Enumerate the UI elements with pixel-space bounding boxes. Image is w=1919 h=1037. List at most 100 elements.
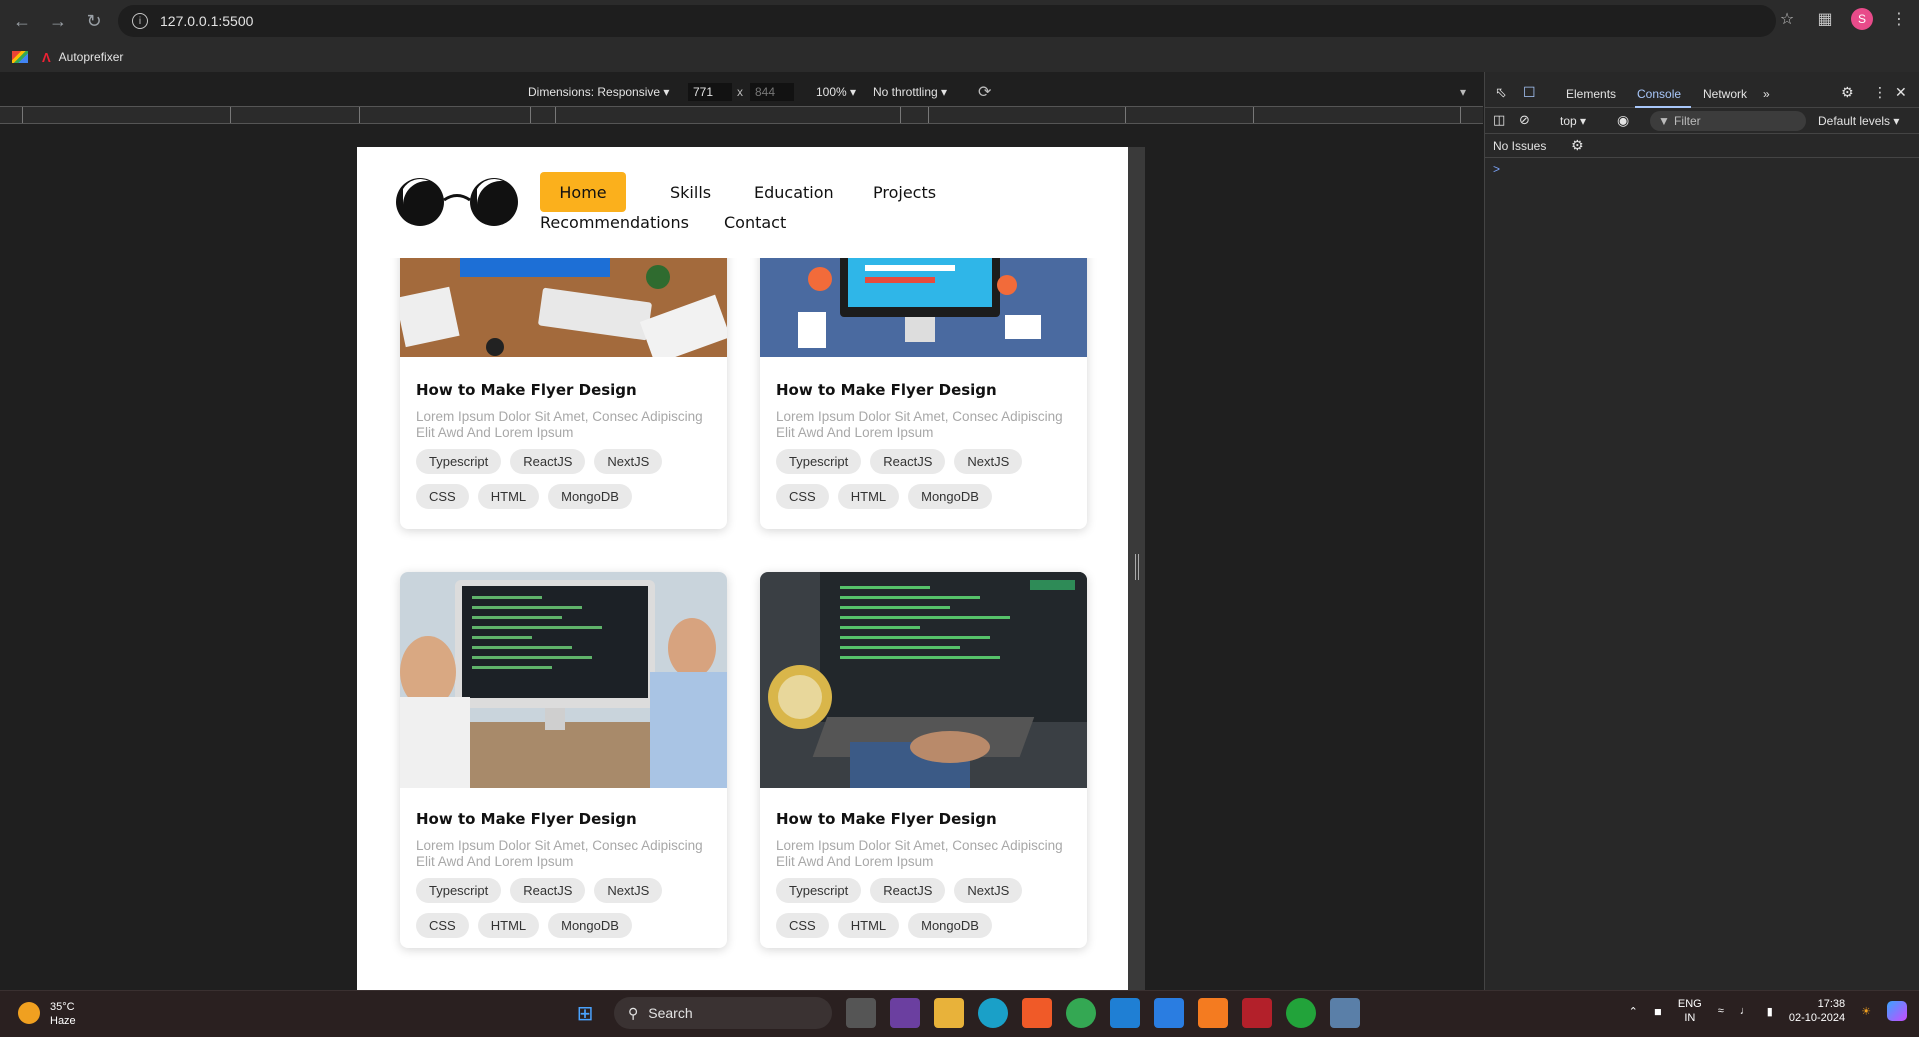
xampp-icon[interactable] — [1198, 998, 1228, 1028]
bookmark-label: Autoprefixer — [58, 50, 124, 64]
edge-icon[interactable] — [978, 998, 1008, 1028]
windows-taskbar: 35°C Haze ⊞ ⚲ Search ⌃ ◾ ENG IN ≈ ♩ ▮ 17:… — [0, 990, 1919, 1037]
live-expression-eye-icon[interactable]: ◉ — [1617, 112, 1629, 129]
extensions-icon[interactable]: ▦ — [1813, 7, 1837, 31]
nav-home[interactable]: Home — [540, 172, 626, 212]
tag: MongoDB — [908, 913, 992, 938]
app-icon-red[interactable] — [1242, 998, 1272, 1028]
tab-elements[interactable]: Elements — [1566, 87, 1616, 101]
windows-start-icon[interactable]: ⊞ — [570, 998, 600, 1028]
tag: Typescript — [416, 878, 502, 903]
address-bar[interactable]: i 127.0.0.1:5500 — [118, 5, 1776, 37]
date: 02-10-2024 — [1788, 1012, 1846, 1024]
tag: Typescript — [776, 449, 862, 474]
store-icon[interactable] — [1154, 998, 1184, 1028]
inspect-element-icon[interactable]: ⬁ — [1495, 84, 1507, 101]
tag-list: Typescript ReactJS NextJS CSS HTML Mongo… — [416, 878, 716, 938]
browser-toolbar: ← → ↻ i 127.0.0.1:5500 ☆ ▦ S ⋮ — [0, 0, 1919, 42]
notification-bell-icon[interactable]: ☀ — [1861, 1005, 1871, 1018]
back-icon[interactable]: ← — [8, 7, 36, 35]
clock[interactable]: 17:38 02-10-2024 — [1789, 997, 1845, 1025]
nav-education[interactable]: Education — [754, 183, 834, 202]
console-filter-input[interactable]: ▼ Filter — [1650, 111, 1806, 131]
nav-contact[interactable]: Contact — [724, 213, 786, 232]
reload-icon[interactable]: ↻ — [80, 7, 108, 35]
sidebar-toggle-icon[interactable]: ◫ — [1493, 112, 1505, 128]
filter-icon: ▼ — [1658, 114, 1670, 128]
volume-icon[interactable]: ♩ — [1740, 1005, 1751, 1017]
gmail-icon[interactable] — [12, 51, 28, 63]
project-card[interactable]: How to Make Flyer Design Lorem Ipsum Dol… — [400, 572, 727, 948]
close-devtools-icon[interactable]: ✕ — [1895, 84, 1907, 101]
tag-list: Typescript ReactJS NextJS CSS HTML Mongo… — [416, 449, 716, 509]
zoom-label: 100% — [816, 85, 847, 99]
viewport-resize-handle[interactable] — [1135, 554, 1139, 580]
settings-gear-icon[interactable]: ⚙ — [1841, 84, 1854, 101]
tag: CSS — [416, 484, 469, 509]
profile-avatar[interactable]: S — [1851, 8, 1873, 30]
dimensions-label: Dimensions: Responsive — [528, 85, 661, 99]
xbox-icon[interactable] — [1286, 998, 1316, 1028]
clear-console-icon[interactable]: ⊘ — [1519, 112, 1530, 128]
dimensions-select[interactable]: Dimensions: Responsive ▾ — [528, 85, 669, 99]
console-settings-icon[interactable]: ⚙ — [1571, 137, 1584, 154]
log-levels-label: Default levels — [1818, 114, 1891, 128]
tag: MongoDB — [908, 484, 992, 509]
wifi-icon[interactable]: ≈ — [1718, 1005, 1724, 1017]
nav-projects[interactable]: Projects — [873, 183, 936, 202]
zoom-select[interactable]: 100% ▾ — [816, 85, 856, 99]
calculator-icon[interactable] — [1330, 998, 1360, 1028]
taskbar-search[interactable]: ⚲ Search — [614, 997, 832, 1029]
bookmark-autoprefixer[interactable]: Λ Autoprefixer — [42, 50, 123, 65]
tag: ReactJS — [870, 449, 946, 474]
throttling-select[interactable]: No throttling ▾ — [873, 85, 947, 99]
issues-bar: No Issues ⚙ — [1485, 134, 1919, 158]
device-toggle-icon[interactable]: ☐ — [1523, 84, 1536, 101]
tag-list: Typescript ReactJS NextJS CSS HTML Mongo… — [776, 878, 1076, 938]
task-view-icon[interactable] — [846, 998, 876, 1028]
card-description: Lorem Ipsum Dolor Sit Amet, Consec Adipi… — [776, 409, 1063, 440]
tag: HTML — [477, 913, 540, 938]
height-input[interactable]: 844 — [750, 83, 794, 101]
tag: ReactJS — [510, 878, 586, 903]
devtools-menu-icon[interactable]: ⋮ — [1873, 84, 1887, 101]
nav-recommendations[interactable]: Recommendations — [540, 213, 689, 232]
tag: ReactJS — [870, 878, 946, 903]
site-info-icon[interactable]: i — [132, 13, 148, 29]
log-levels-select[interactable]: Default levels ▾ — [1818, 114, 1899, 128]
device-more-icon[interactable]: ▾ — [1460, 85, 1466, 99]
vscode-icon[interactable] — [1110, 998, 1140, 1028]
tag: ReactJS — [510, 449, 586, 474]
tag: HTML — [837, 913, 900, 938]
network-off-icon[interactable]: ◾ — [1654, 1005, 1662, 1018]
project-card[interactable]: How to Make Flyer Design Lorem Ipsum Dol… — [400, 237, 727, 529]
tab-network[interactable]: Network — [1703, 87, 1747, 101]
app-icon-purple[interactable] — [890, 998, 920, 1028]
browser-menu-icon[interactable]: ⋮ — [1887, 7, 1911, 31]
width-input[interactable]: 771 — [688, 83, 732, 101]
language-indicator[interactable]: ENG IN — [1678, 997, 1702, 1025]
more-tabs-icon[interactable]: » — [1763, 87, 1770, 101]
brave-icon[interactable] — [1022, 998, 1052, 1028]
rotate-icon[interactable]: ⟳ — [978, 82, 991, 102]
file-explorer-icon[interactable] — [934, 998, 964, 1028]
search-label: Search — [648, 1005, 693, 1021]
project-card[interactable]: How to Make Flyer Design Lorem Ipsum Dol… — [760, 237, 1087, 529]
tab-console[interactable]: Console — [1637, 87, 1681, 101]
nav-skills[interactable]: Skills — [670, 183, 711, 202]
console-prompt[interactable]: > — [1493, 162, 1500, 176]
card-image — [760, 572, 1087, 788]
issues-count[interactable]: No Issues — [1493, 139, 1546, 153]
bookmark-star-icon[interactable]: ☆ — [1775, 7, 1799, 31]
console-toolbar: ◫ ⊘ top ▾ ◉ ▼ Filter Default levels ▾ — [1485, 108, 1919, 134]
card-title: How to Make Flyer Design — [416, 381, 637, 399]
glasses-logo[interactable] — [395, 175, 519, 229]
copilot-icon[interactable] — [1887, 1001, 1907, 1021]
battery-icon[interactable]: ▮ — [1767, 1005, 1773, 1018]
project-card[interactable]: How to Make Flyer Design Lorem Ipsum Dol… — [760, 572, 1087, 948]
chrome-icon[interactable] — [1066, 998, 1096, 1028]
context-select[interactable]: top ▾ — [1560, 114, 1586, 128]
autoprefixer-icon: Λ — [42, 49, 51, 65]
forward-icon[interactable]: → — [44, 7, 72, 35]
show-hidden-icons[interactable]: ⌃ — [1629, 1005, 1638, 1018]
